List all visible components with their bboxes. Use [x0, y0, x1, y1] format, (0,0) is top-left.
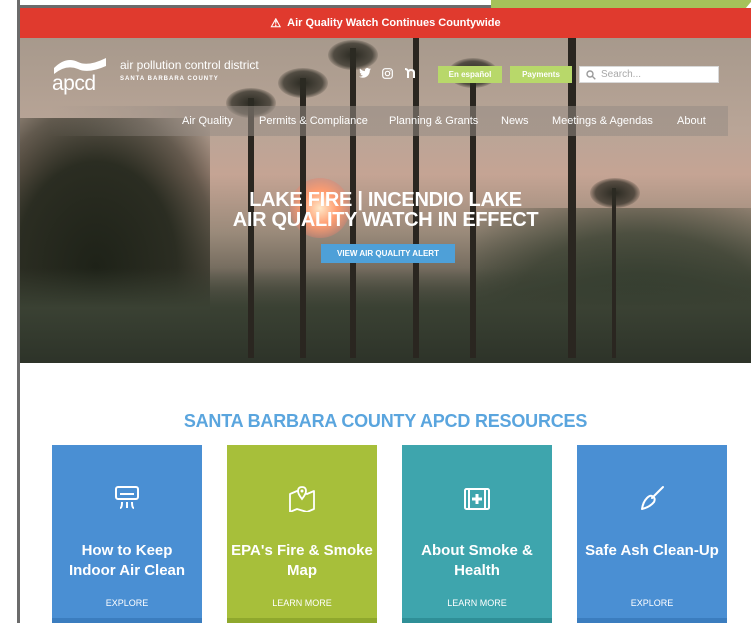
menu-item-permits[interactable]: Permits & Compliance	[259, 115, 368, 127]
org-county: SANTA BARBARA COUNTY	[120, 76, 219, 82]
resource-card-fire-smoke-map[interactable]: EPA's Fire & Smoke Map LEARN MORE	[227, 445, 377, 623]
resource-card-indoor-air[interactable]: How to Keep Indoor Air Clean EXPLORE	[52, 445, 202, 623]
resource-card-smoke-health[interactable]: About Smoke & Health LEARN MORE	[402, 445, 552, 623]
card-footer-strip	[52, 618, 202, 623]
card-title-line1: Safe Ash Clean-Up	[585, 542, 719, 559]
resources-heading: SANTA BARBARA COUNTY APCD RESOURCES	[183, 411, 588, 431]
page-frame: ⚠ Air Quality Watch Continues Countywide…	[0, 0, 751, 623]
card-footer-strip	[402, 618, 552, 623]
card-title-line1: About Smoke &	[421, 542, 533, 559]
twitter-icon[interactable]	[358, 66, 372, 80]
card-title-line2: Indoor Air Clean	[68, 562, 186, 579]
menu-item-news[interactable]: News	[501, 115, 529, 127]
card-title-line1: How to Keep	[81, 542, 173, 559]
card-title-line2: Health	[454, 562, 500, 579]
main-menu: Air Quality Permits & Compliance Plannin…	[50, 106, 728, 136]
top-navigation: apcd air pollution control district SANT…	[28, 48, 728, 96]
search-input[interactable]	[601, 69, 711, 80]
card-link[interactable]: EXPLORE	[52, 598, 202, 608]
resource-card-title: Safe Ash Clean-Up	[577, 541, 727, 561]
card-link[interactable]: EXPLORE	[577, 598, 727, 608]
menu-item-planning[interactable]: Planning & Grants	[389, 115, 478, 127]
hero-title-line2: AIR QUALITY WATCH IN EFFECT	[232, 209, 539, 231]
menu-item-about[interactable]: About	[677, 115, 706, 127]
tree-silhouette-bottom	[20, 268, 751, 363]
card-link[interactable]: LEARN MORE	[227, 598, 377, 608]
alert-banner[interactable]: ⚠ Air Quality Watch Continues Countywide	[20, 8, 751, 38]
card-title-line2: Map	[287, 562, 317, 579]
menu-item-air-quality[interactable]: Air Quality	[182, 115, 233, 127]
hero-title: LAKE FIRE | INCENDIO LAKE AIR QUALITY WA…	[20, 190, 751, 230]
card-title-line1: EPA's Fire & Smoke	[231, 542, 373, 559]
alert-banner-text: Air Quality Watch Continues Countywide	[287, 17, 501, 29]
resource-card-title: EPA's Fire & Smoke Map	[227, 541, 377, 581]
view-air-quality-alert-button[interactable]: VIEW AIR QUALITY ALERT	[321, 244, 455, 263]
payments-button[interactable]: Payments	[510, 66, 572, 83]
nextdoor-icon[interactable]	[402, 66, 416, 80]
card-link[interactable]: LEARN MORE	[402, 598, 552, 608]
first-aid-kit-icon	[402, 484, 552, 514]
map-pin-icon	[227, 484, 377, 514]
menu-item-meetings[interactable]: Meetings & Agendas	[552, 115, 653, 127]
warning-triangle-icon: ⚠	[270, 16, 282, 30]
resource-card-ash-cleanup[interactable]: Safe Ash Clean-Up EXPLORE	[577, 445, 727, 623]
search-icon[interactable]	[586, 69, 596, 80]
card-footer-strip	[227, 618, 377, 623]
hero-title-line1: LAKE FIRE | INCENDIO LAKE	[249, 189, 522, 211]
search-box[interactable]	[579, 66, 719, 83]
air-conditioner-icon	[52, 484, 202, 514]
logo-text[interactable]: apcd	[52, 72, 96, 96]
resource-card-title: How to Keep Indoor Air Clean	[52, 541, 202, 581]
instagram-icon[interactable]	[380, 66, 394, 80]
resource-card-title: About Smoke & Health	[402, 541, 552, 581]
brush-icon	[577, 484, 727, 514]
org-name: air pollution control district	[120, 58, 259, 72]
spanish-button[interactable]: En español	[438, 66, 502, 83]
frame-left-border	[0, 0, 20, 623]
card-footer-strip	[577, 618, 727, 623]
